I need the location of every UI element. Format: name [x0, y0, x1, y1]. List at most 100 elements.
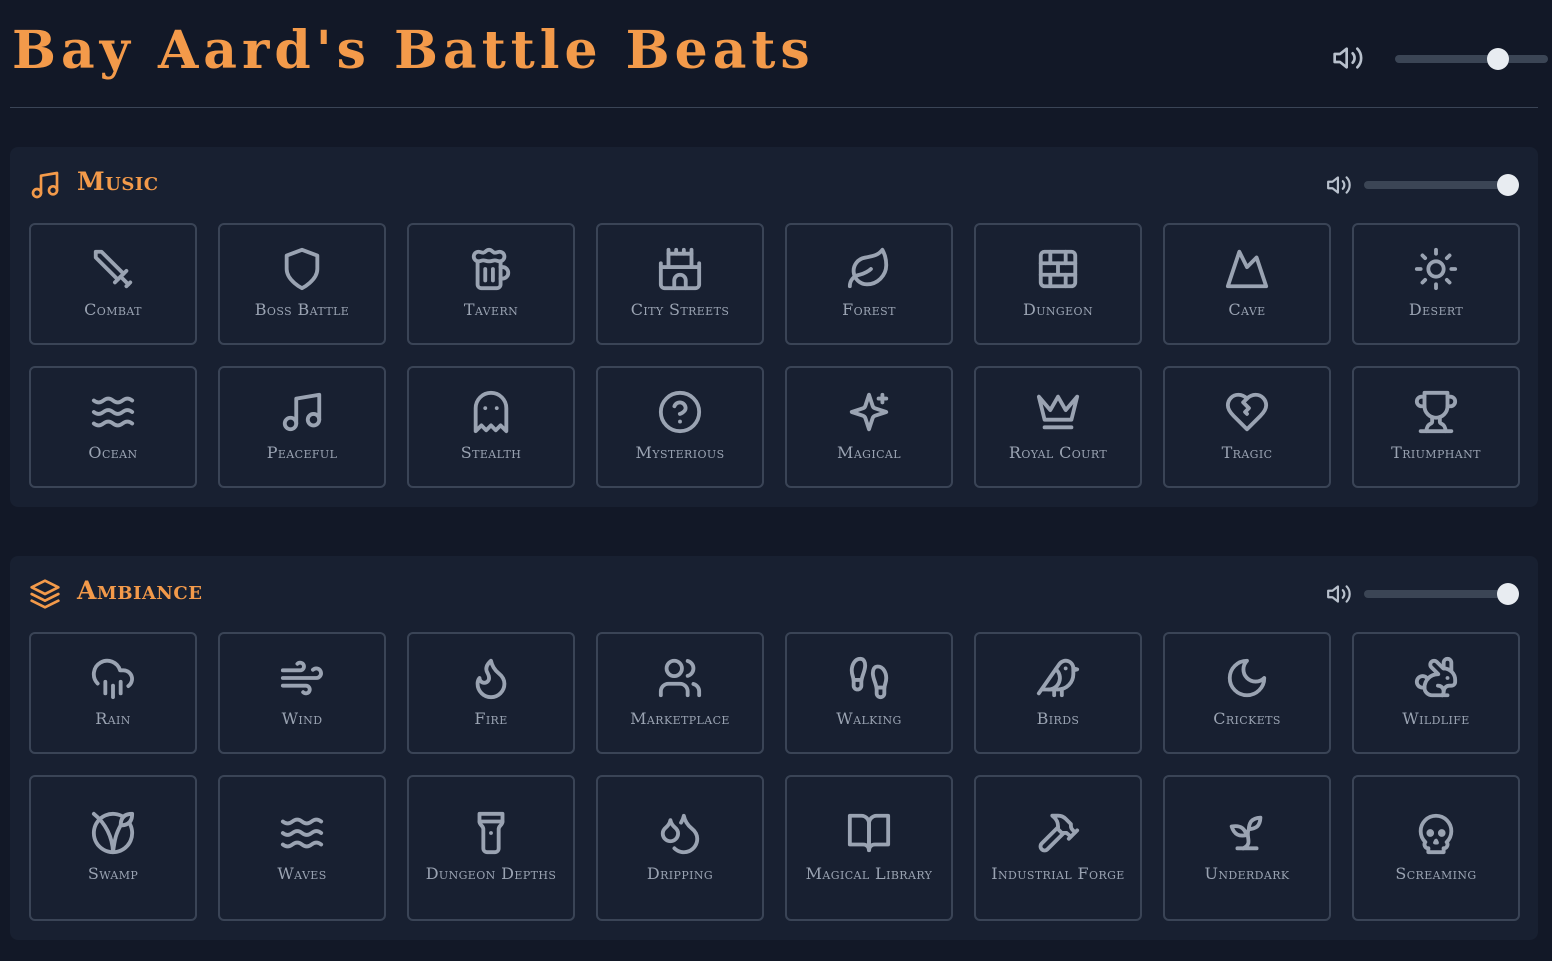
leaf-icon: [847, 247, 889, 289]
music-tile-tavern[interactable]: Tavern: [407, 223, 575, 345]
music-tile-stealth[interactable]: Stealth: [407, 366, 575, 488]
users-icon: [658, 658, 702, 698]
tile-label: Royal Court: [1008, 443, 1108, 462]
ambiance-tile-dripping[interactable]: Dripping: [596, 775, 764, 921]
flame-icon: [475, 658, 507, 700]
layers-icon: [30, 579, 60, 609]
tile-label: Combat: [84, 300, 142, 319]
trophy-icon: [1414, 390, 1458, 434]
tile-label: Dungeon Depths: [425, 864, 557, 883]
tile-label: Crickets: [1213, 709, 1281, 728]
ambiance-section-title: Ambiance: [77, 576, 203, 605]
sprout-icon: [1229, 815, 1263, 851]
ambiance-tile-birds[interactable]: Birds: [974, 632, 1142, 754]
broken-heart-icon: [1225, 392, 1269, 432]
music-tile-boss-battle[interactable]: Boss Battle: [218, 223, 386, 345]
music-section-title: Music: [77, 167, 159, 196]
tile-label: Birds: [1036, 709, 1080, 728]
bird-icon: [1036, 658, 1080, 698]
waves-icon: [91, 396, 135, 428]
ambiance-tile-wildlife[interactable]: Wildlife: [1352, 632, 1520, 754]
tile-label: Boss Battle: [254, 300, 350, 319]
master-volume-track[interactable]: [1395, 55, 1548, 63]
volume-icon[interactable]: [1326, 172, 1352, 198]
waves-icon: [280, 817, 324, 849]
ambiance-tile-dungeon-depths[interactable]: Dungeon Depths: [407, 775, 575, 921]
ambiance-tile-underdark[interactable]: Underdark: [1163, 775, 1331, 921]
ambiance-tile-waves[interactable]: Waves: [218, 775, 386, 921]
ambiance-volume-thumb[interactable]: [1497, 583, 1519, 605]
tile-label: Cave: [1228, 300, 1266, 319]
tile-label: Wind: [281, 709, 323, 728]
music-tile-magical[interactable]: Magical: [785, 366, 953, 488]
tile-label: Industrial Forge: [991, 864, 1125, 883]
tile-label: Swamp: [87, 864, 139, 883]
music-tile-triumphant[interactable]: Triumphant: [1352, 366, 1520, 488]
moon-icon: [1227, 658, 1267, 698]
volume-icon[interactable]: [1326, 581, 1352, 607]
tile-label: Ocean: [88, 443, 138, 462]
cloud-rain-icon: [91, 658, 134, 700]
flashlight-icon: [477, 811, 505, 855]
tile-label: Peaceful: [266, 443, 338, 462]
ambiance-tile-fire[interactable]: Fire: [407, 632, 575, 754]
ambiance-tile-crickets[interactable]: Crickets: [1163, 632, 1331, 754]
music-tile-forest[interactable]: Forest: [785, 223, 953, 345]
music-tile-dungeon[interactable]: Dungeon: [974, 223, 1142, 345]
tile-label: Waves: [277, 864, 327, 883]
music-section: Music Combat Boss Battle Tavern City Street…: [10, 147, 1538, 507]
tile-label: Walking: [836, 709, 902, 728]
droplets-icon: [660, 813, 700, 855]
tile-label: Mysterious: [635, 443, 725, 462]
sword-icon: [93, 249, 133, 289]
music-tile-desert[interactable]: Desert: [1352, 223, 1520, 345]
tile-label: City Streets: [630, 300, 730, 319]
music-tile-mysterious[interactable]: Mysterious: [596, 366, 764, 488]
tile-label: Magical Library: [805, 864, 933, 883]
tile-label: Tragic: [1221, 443, 1273, 462]
ambiance-tile-wind[interactable]: Wind: [218, 632, 386, 754]
music-volume-thumb[interactable]: [1497, 174, 1519, 196]
tile-label: Fire: [474, 709, 508, 728]
music-volume-track[interactable]: [1364, 181, 1517, 189]
ambiance-tile-screaming[interactable]: Screaming: [1352, 775, 1520, 921]
tile-label: Tavern: [463, 300, 519, 319]
ambiance-section: Ambiance Rain Wind Fire Marketplace Walking B…: [10, 556, 1538, 940]
tile-label: Dripping: [646, 864, 714, 883]
music-tile-royal-court[interactable]: Royal Court: [974, 366, 1142, 488]
music-note-icon: [282, 392, 322, 432]
ambiance-tile-grid: Rain Wind Fire Marketplace Walking Birds Crick…: [29, 632, 1520, 921]
brick-wall-icon: [1038, 249, 1078, 289]
music-tile-peaceful[interactable]: Peaceful: [218, 366, 386, 488]
ambiance-volume-track[interactable]: [1364, 590, 1517, 598]
ambiance-tile-industrial-forge[interactable]: Industrial Forge: [974, 775, 1142, 921]
app-title: Bay Aard's Battle Beats: [12, 20, 815, 81]
mountain-icon: [1225, 249, 1269, 289]
music-volume-control[interactable]: [1326, 169, 1522, 199]
ambiance-tile-swamp[interactable]: Swamp: [29, 775, 197, 921]
tile-label: Underdark: [1204, 864, 1290, 883]
music-tile-cave[interactable]: Cave: [1163, 223, 1331, 345]
footprints-icon: [849, 656, 889, 700]
ambiance-tile-rain[interactable]: Rain: [29, 632, 197, 754]
music-tile-ocean[interactable]: Ocean: [29, 366, 197, 488]
tile-label: Forest: [842, 300, 896, 319]
tile-label: Dungeon: [1023, 300, 1093, 319]
volume-icon[interactable]: [1332, 42, 1364, 74]
ambiance-tile-marketplace[interactable]: Marketplace: [596, 632, 764, 754]
skull-icon: [1418, 813, 1454, 855]
music-tile-tragic[interactable]: Tragic: [1163, 366, 1331, 488]
music-tile-city-streets[interactable]: City Streets: [596, 223, 764, 345]
hammer-icon: [1038, 813, 1080, 853]
ambiance-tile-walking[interactable]: Walking: [785, 632, 953, 754]
master-volume-control[interactable]: [1332, 40, 1548, 76]
wind-icon: [280, 660, 323, 696]
tile-label: Magical: [837, 443, 901, 462]
ambiance-tile-magical-library[interactable]: Magical Library: [785, 775, 953, 921]
ambiance-volume-control[interactable]: [1326, 578, 1522, 608]
music-note-icon: [31, 171, 59, 199]
header: Bay Aard's Battle Beats: [10, 0, 1548, 108]
music-tile-combat[interactable]: Combat: [29, 223, 197, 345]
book-open-icon: [847, 813, 891, 853]
master-volume-thumb[interactable]: [1487, 48, 1509, 70]
